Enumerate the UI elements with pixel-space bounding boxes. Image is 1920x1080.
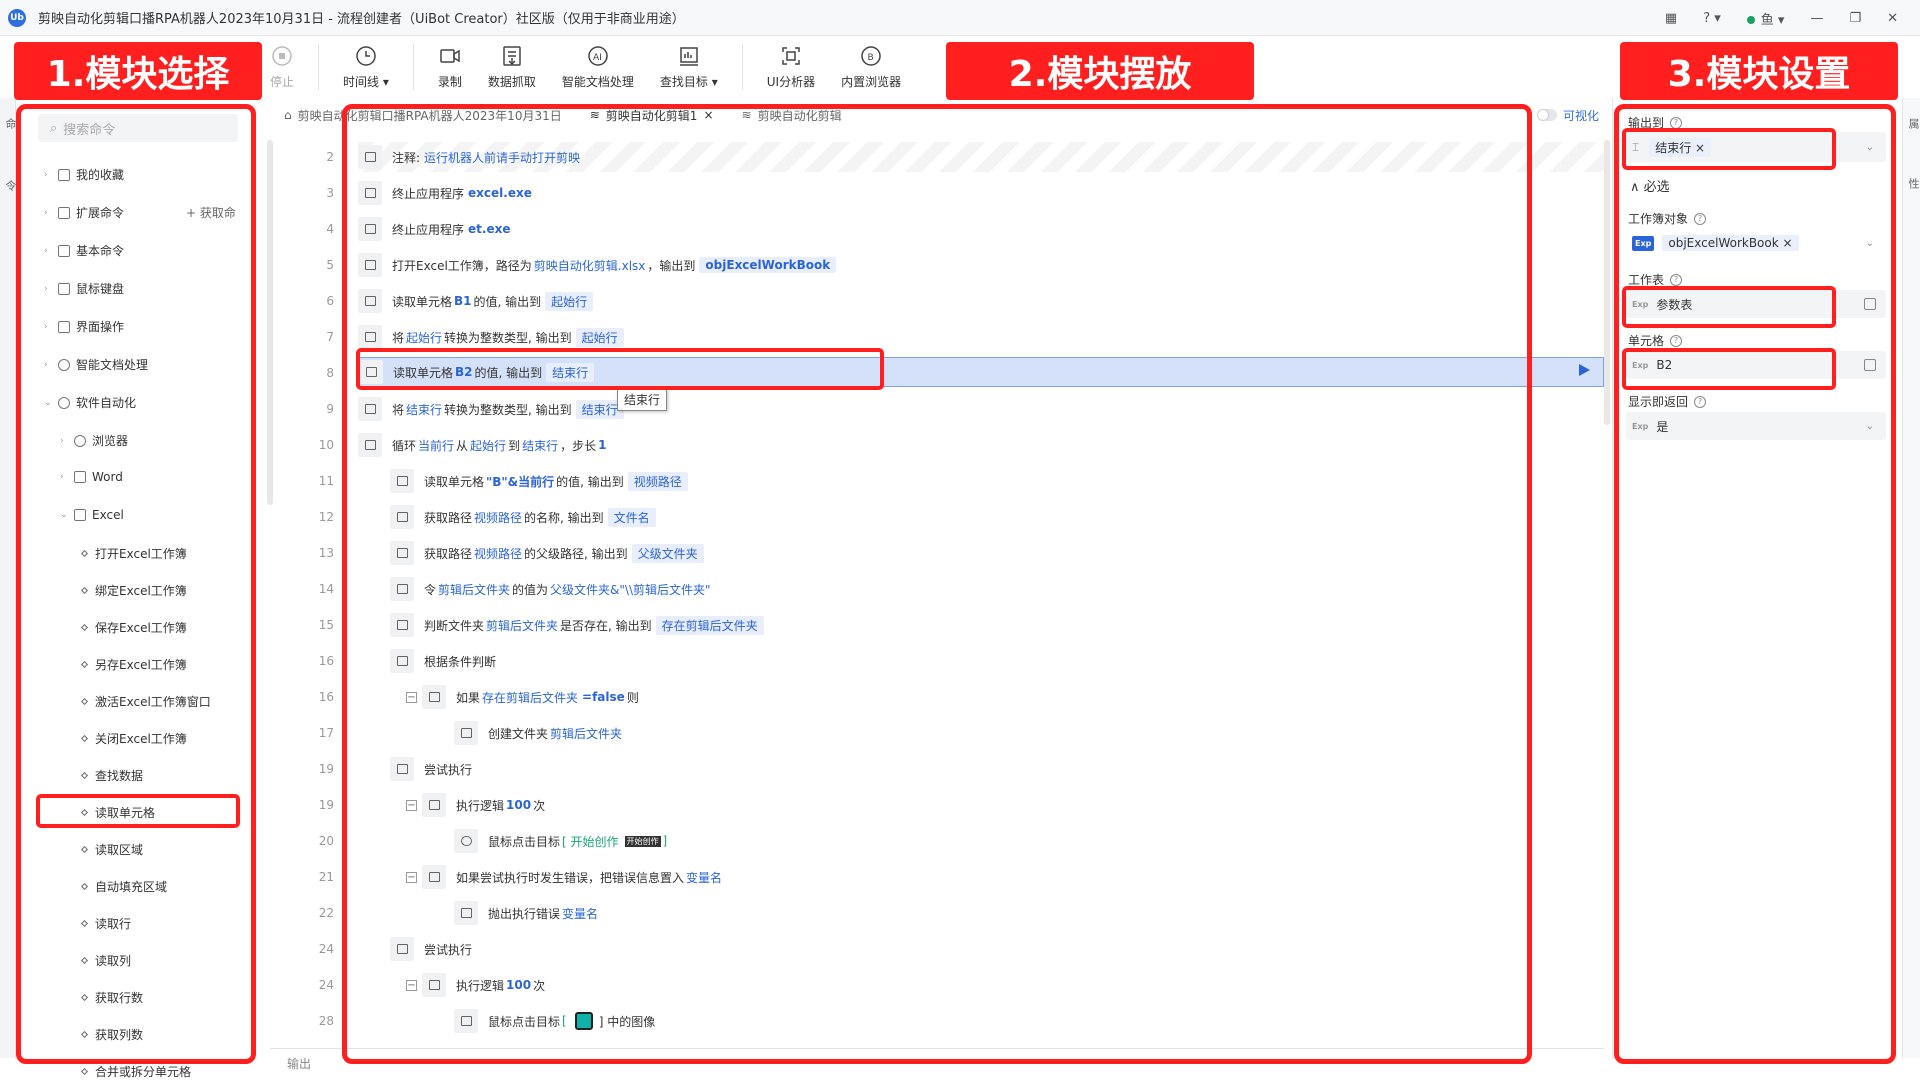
right-side-tabs: 属 性 <box>1902 98 1920 1058</box>
line-number: 13 <box>318 546 334 560</box>
ui-analyzer-button[interactable]: UI分析器 <box>767 36 815 90</box>
line-number: 8 <box>326 366 334 380</box>
window-controls: ▦ ? ▾ 鱼 ▾ — ❐ ✕ <box>1665 0 1920 36</box>
minimize-icon[interactable]: — <box>1810 11 1823 26</box>
line-number: 24 <box>318 978 334 992</box>
line-number: 9 <box>326 402 334 416</box>
browser-icon: B <box>861 46 881 66</box>
annotation-box-editor <box>342 104 1532 1064</box>
find-target-label: 查找目标 ▾ <box>659 75 718 89</box>
clock-icon <box>356 46 376 66</box>
run-line-icon[interactable] <box>1579 364 1590 376</box>
builtin-browser-button[interactable]: B 内置浏览器 <box>841 36 901 90</box>
annotation-box-command-panel <box>16 104 256 1064</box>
record-label: 录制 <box>437 75 462 89</box>
stop-icon <box>272 46 292 66</box>
annotation-highlight-sheet <box>1622 286 1836 328</box>
annotation-highlight-selected-row <box>356 348 884 390</box>
line-number: 2 <box>326 150 334 164</box>
svg-text:B: B <box>868 53 874 63</box>
annotation-callout-module-place: 2.模块摆放 <box>946 42 1254 100</box>
window-title: 剪映自动化剪辑口播RPA机器人2023年10月31日 - 流程创建者（UiBot… <box>38 12 685 27</box>
properties-side-tab-2[interactable]: 性 <box>1905 178 1920 189</box>
find-target-icon <box>679 47 698 66</box>
annotation-highlight-output <box>1622 128 1836 170</box>
restore-icon[interactable]: ❐ <box>1849 11 1861 26</box>
data-scrape-button[interactable]: 数据抓取 <box>488 36 536 90</box>
line-number: 14 <box>318 582 334 596</box>
annotation-highlight-read-cell <box>36 794 240 828</box>
editor-scrollbar-right[interactable] <box>1604 140 1610 425</box>
idp-label: 智能文档处理 <box>561 75 634 89</box>
line-number: 15 <box>318 618 334 632</box>
record-button[interactable]: 录制 <box>438 36 462 90</box>
title-bar: Ub 剪映自动化剪辑口播RPA机器人2023年10月31日 - 流程创建者（Ui… <box>0 0 1920 36</box>
toolbar: 停止 时间线 ▾ 录制 数据抓取 AI 智能文档处理 查找目标 ▾ UI分析器 … <box>270 36 970 98</box>
close-icon[interactable]: ✕ <box>1887 11 1898 26</box>
annotation-callout-module-settings: 3.模块设置 <box>1620 42 1898 100</box>
record-icon <box>440 49 460 63</box>
user-status-icon <box>1746 16 1755 24</box>
line-number: 19 <box>318 798 334 812</box>
annotation-box-properties <box>1614 104 1896 1064</box>
left-side-tabs: 命 令 <box>0 98 17 1058</box>
command-label: 合并或拆分单元格 <box>95 1065 192 1078</box>
ui-analyzer-icon <box>782 47 800 65</box>
toolbar-divider <box>318 44 320 90</box>
command-merge-cells[interactable]: 合并或拆分单元格 <box>80 1063 192 1078</box>
stop-label: 停止 <box>270 75 295 89</box>
annotation-highlight-cell <box>1622 348 1836 390</box>
app-logo-icon: Ub <box>8 8 26 27</box>
line-number: 17 <box>318 726 334 740</box>
line-number: 19 <box>318 762 334 776</box>
line-number: 16 <box>318 654 334 668</box>
line-number: 3 <box>326 186 334 200</box>
line-number: 22 <box>318 906 334 920</box>
toolbar-divider <box>412 44 414 90</box>
line-number: 20 <box>318 834 334 848</box>
line-number: 6 <box>326 294 334 308</box>
user-name: 鱼 <box>1760 12 1774 28</box>
svg-text:AI: AI <box>593 53 602 63</box>
line-number: 10 <box>318 438 334 452</box>
user-menu[interactable]: 鱼 ▾ <box>1746 9 1784 28</box>
visualize-toggle[interactable]: 可视化 <box>1537 104 1599 126</box>
line-number: 7 <box>326 330 334 344</box>
help-icon[interactable]: ? ▾ <box>1703 11 1721 26</box>
line-number: 11 <box>318 474 334 488</box>
line-number: 4 <box>326 222 334 236</box>
output-panel-tab[interactable]: 输出 <box>287 1055 311 1072</box>
flow-icon: ⌂ <box>284 108 292 122</box>
line-number: 12 <box>318 510 334 524</box>
idp-button[interactable]: AI 智能文档处理 <box>562 36 634 90</box>
data-scrape-icon <box>503 46 521 66</box>
diamond-icon <box>80 1067 89 1076</box>
timeline-button[interactable]: 时间线 ▾ <box>343 36 389 90</box>
find-target-button[interactable]: 查找目标 ▾ <box>660 36 718 90</box>
ui-analyzer-label: UI分析器 <box>766 75 816 89</box>
line-number: 16 <box>318 690 334 704</box>
data-scrape-label: 数据抓取 <box>487 75 536 89</box>
toggle-switch[interactable] <box>1537 109 1557 121</box>
toolbar-divider <box>741 44 743 90</box>
line-number: 28 <box>318 1014 334 1028</box>
apps-icon[interactable]: ▦ <box>1665 11 1677 26</box>
line-number: 5 <box>326 258 334 272</box>
stop-button[interactable]: 停止 <box>270 36 294 90</box>
properties-side-tab[interactable]: 属 <box>1905 118 1920 129</box>
line-number: 21 <box>318 870 334 884</box>
builtin-browser-label: 内置浏览器 <box>841 75 902 89</box>
visualize-label: 可视化 <box>1563 108 1600 123</box>
ai-document-icon: AI <box>588 46 608 66</box>
timeline-label: 时间线 ▾ <box>343 75 389 89</box>
annotation-callout-module-select: 1.模块选择 <box>14 42 262 100</box>
editor-scrollbar[interactable] <box>267 140 273 505</box>
line-number: 24 <box>318 942 334 956</box>
